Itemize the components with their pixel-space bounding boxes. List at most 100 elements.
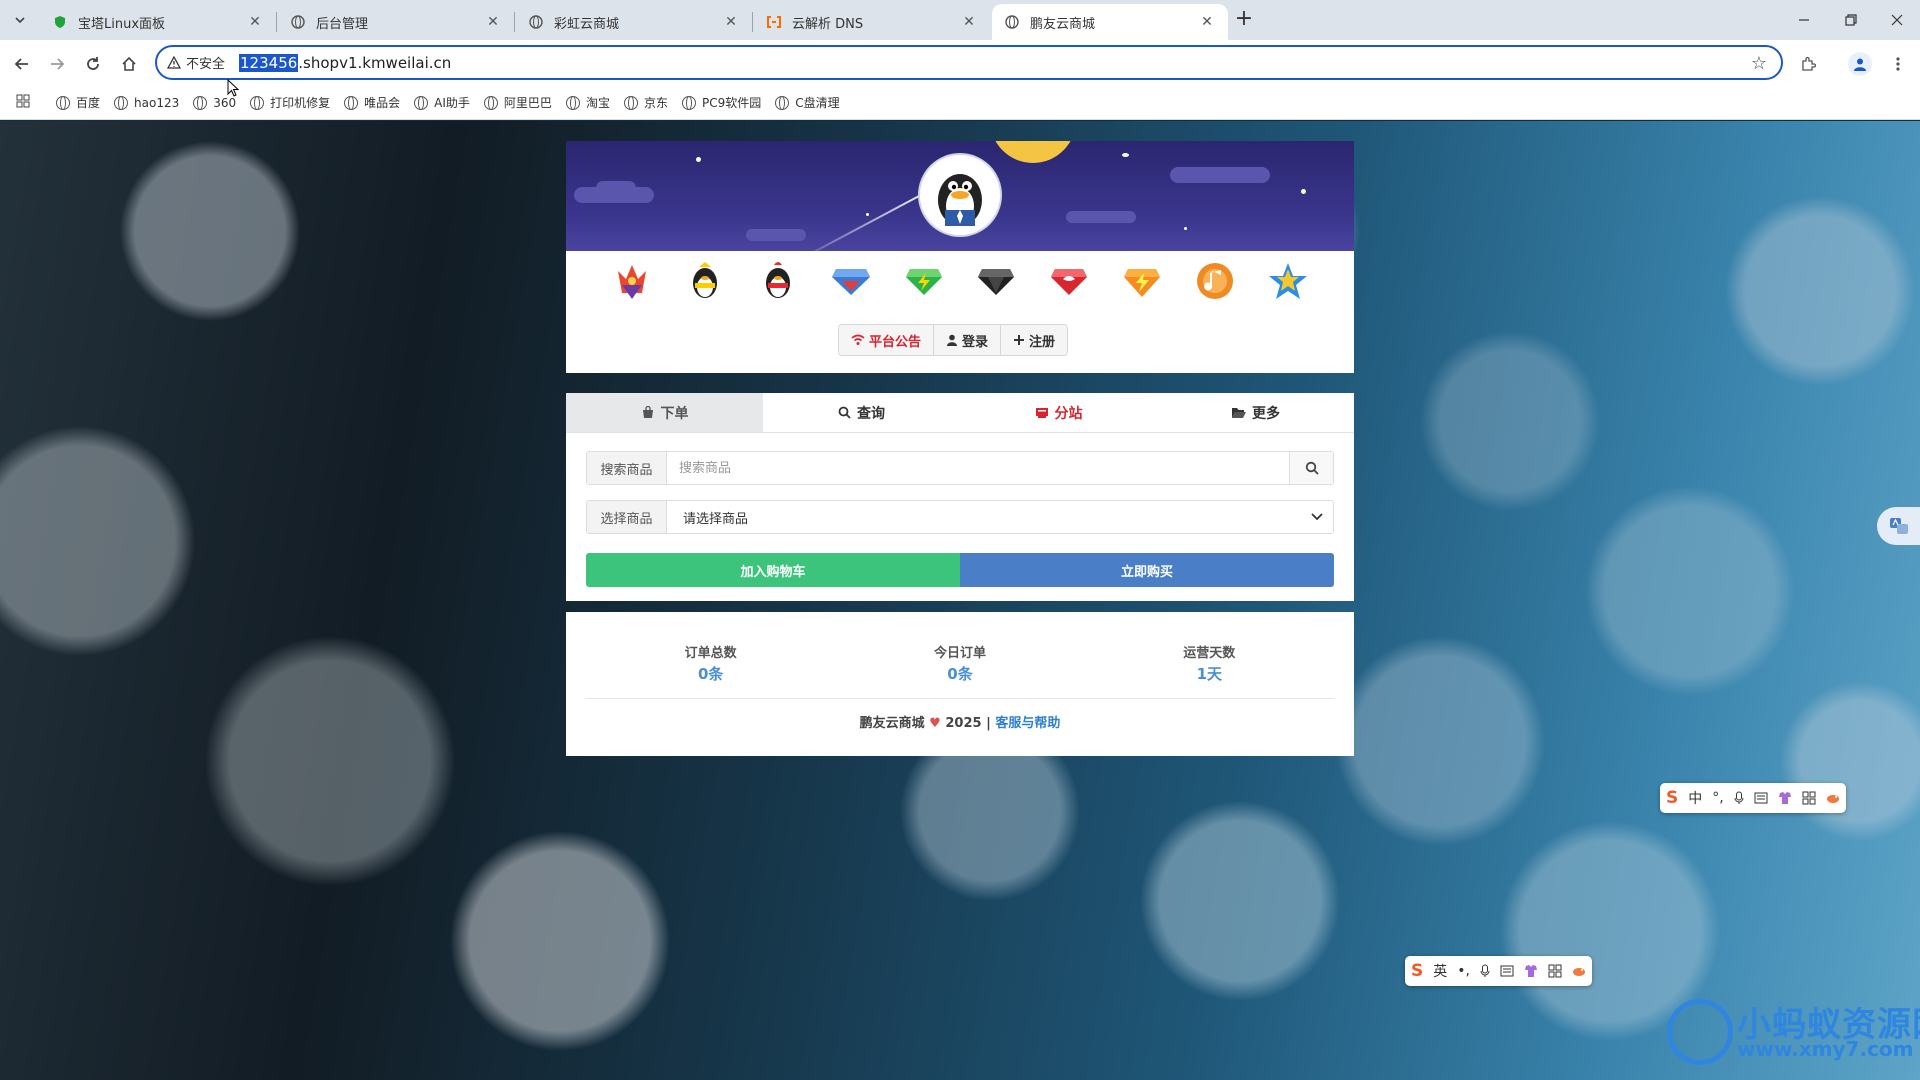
shop-tabs: 下单 查询 分站 更多 (566, 393, 1354, 433)
bookmark-item[interactable]: 唯品会 (344, 94, 400, 111)
banner (566, 141, 1354, 251)
register-button[interactable]: 注册 (1001, 325, 1068, 355)
tab-caihong[interactable]: 彩虹云商城 ✕ (516, 4, 752, 40)
stats-row: 订单总数 0条 今日订单 0条 运营天数 1天 (586, 642, 1334, 699)
ime-toolbar-chinese: S 中 °, (1660, 783, 1846, 813)
tab-search-button[interactable] (8, 8, 32, 32)
keyboard-icon[interactable] (1754, 792, 1768, 804)
address-bar[interactable]: 不安全 123456 .shopv1.kmweilai.cn ☆ (155, 45, 1783, 80)
green-diamond-icon[interactable] (903, 260, 945, 302)
extensions-button[interactable] (1796, 52, 1820, 76)
menu-button[interactable] (1886, 52, 1910, 76)
tab-pengyou[interactable]: 鹏友云商城 ✕ (992, 4, 1228, 40)
aliyun-icon (766, 14, 782, 30)
profile-button[interactable] (1848, 52, 1872, 76)
tab-admin[interactable]: 后台管理 ✕ (278, 4, 514, 40)
sogou-logo-icon[interactable]: S (1411, 961, 1423, 981)
footer-brand: 鹏友云商城 (859, 716, 925, 731)
bookmark-item[interactable]: 淘宝 (565, 94, 610, 111)
blue-diamond-icon[interactable] (830, 260, 872, 302)
page-viewport: 平台公告 登录 注册 下单 查询 分站 更多 搜索商品 搜索商品 选择商品 请选… (0, 121, 1920, 1080)
bookmark-item[interactable]: AI助手 (414, 94, 470, 111)
moon-illustration (990, 141, 1076, 163)
home-button[interactable] (117, 52, 141, 76)
buy-now-button[interactable]: 立即购买 (960, 553, 1334, 587)
search-button[interactable] (1289, 452, 1333, 484)
reload-button[interactable] (81, 52, 105, 76)
ant-logo-icon (1667, 999, 1733, 1065)
vip-crown-icon[interactable] (611, 260, 653, 302)
star-dot (1301, 189, 1306, 194)
qq-yellow-penguin-icon[interactable] (684, 260, 726, 302)
bookmark-item[interactable]: 京东 (623, 94, 668, 111)
wifi-icon (851, 334, 865, 345)
sogou-logo-icon[interactable]: S (1666, 788, 1678, 808)
punctuation-icon[interactable]: °, (1712, 790, 1723, 806)
tab-substation[interactable]: 分站 (960, 393, 1157, 432)
help-link[interactable]: 客服与帮助 (995, 716, 1060, 731)
tab-separator (752, 12, 753, 32)
translate-side-button[interactable] (1877, 507, 1920, 545)
bookmark-item[interactable]: hao123 (114, 95, 180, 110)
cloud-illustration (1066, 211, 1136, 223)
ime-language-toggle[interactable]: 英 (1433, 961, 1447, 981)
close-icon[interactable]: ✕ (1198, 13, 1216, 31)
skin-shirt-icon[interactable] (1778, 791, 1792, 805)
tab-order[interactable]: 下单 (566, 393, 763, 432)
bookmark-label: 360 (213, 95, 237, 110)
tab-query[interactable]: 查询 (763, 393, 960, 432)
microphone-icon[interactable] (1734, 791, 1744, 805)
notice-label: 平台公告 (869, 334, 922, 350)
ime-language-toggle[interactable]: 中 (1688, 788, 1702, 808)
microphone-icon[interactable] (1480, 964, 1490, 978)
bookmark-item[interactable]: C盘清理 (775, 94, 840, 111)
forward-button[interactable] (45, 52, 69, 76)
add-to-cart-button[interactable]: 加入购物车 (586, 553, 960, 587)
punctuation-icon[interactable]: •, (1457, 963, 1470, 979)
footer: 鹏友云商城 ♥ 2025 | 客服与帮助 (566, 712, 1354, 731)
skin-shirt-icon[interactable] (1524, 964, 1538, 978)
search-input[interactable] (667, 452, 1289, 484)
red-diamond-icon[interactable] (1048, 260, 1090, 302)
restore-icon (1845, 14, 1857, 26)
product-select[interactable]: 请选择商品 (667, 501, 1333, 533)
ime-mascot-icon[interactable] (1572, 965, 1586, 977)
new-tab-button[interactable]: + (1232, 8, 1256, 32)
toolbox-grid-icon[interactable] (1548, 964, 1562, 978)
music-note-icon[interactable] (1194, 260, 1236, 302)
blue-star-icon[interactable] (1267, 260, 1309, 302)
bookmark-label: hao123 (134, 95, 180, 110)
qq-red-penguin-icon[interactable] (757, 260, 799, 302)
bookmark-item[interactable]: 360 (193, 95, 237, 110)
apps-grid-icon[interactable] (16, 94, 36, 112)
ime-mascot-icon[interactable] (1826, 792, 1840, 804)
restore-button[interactable] (1837, 8, 1865, 32)
security-indicator[interactable]: 不安全 (167, 53, 225, 72)
product-select-row: 选择商品 请选择商品 (586, 500, 1334, 534)
tab-baota[interactable]: 宝塔Linux面板 ✕ (40, 4, 276, 40)
bookmark-label: 百度 (76, 96, 101, 110)
keyboard-icon[interactable] (1500, 965, 1514, 977)
login-button[interactable]: 登录 (934, 325, 1002, 355)
security-label: 不安全 (186, 57, 226, 72)
close-window-button[interactable] (1883, 8, 1911, 32)
orange-lightning-icon[interactable] (1121, 260, 1163, 302)
toolbox-grid-icon[interactable] (1802, 791, 1816, 805)
black-diamond-icon[interactable] (975, 260, 1017, 302)
close-icon[interactable]: ✕ (722, 13, 740, 31)
close-icon[interactable]: ✕ (484, 13, 502, 31)
close-icon[interactable]: ✕ (960, 13, 978, 31)
tab-dns[interactable]: 云解析 DNS ✕ (754, 4, 990, 40)
bookmark-item[interactable]: PC9软件园 (681, 94, 761, 111)
minimize-button[interactable] (1790, 8, 1818, 32)
globe-icon (193, 95, 208, 110)
close-icon[interactable]: ✕ (246, 13, 264, 31)
register-label: 注册 (1029, 334, 1056, 350)
bookmark-item[interactable]: 阿里巴巴 (483, 94, 552, 111)
bookmark-item[interactable]: 打印机修复 (250, 94, 330, 111)
tab-more[interactable]: 更多 (1157, 393, 1354, 432)
bookmark-item[interactable]: 百度 (56, 94, 100, 111)
notice-button[interactable]: 平台公告 (839, 325, 935, 355)
bookmark-star-icon[interactable]: ☆ (1751, 53, 1767, 74)
back-button[interactable] (10, 52, 34, 76)
